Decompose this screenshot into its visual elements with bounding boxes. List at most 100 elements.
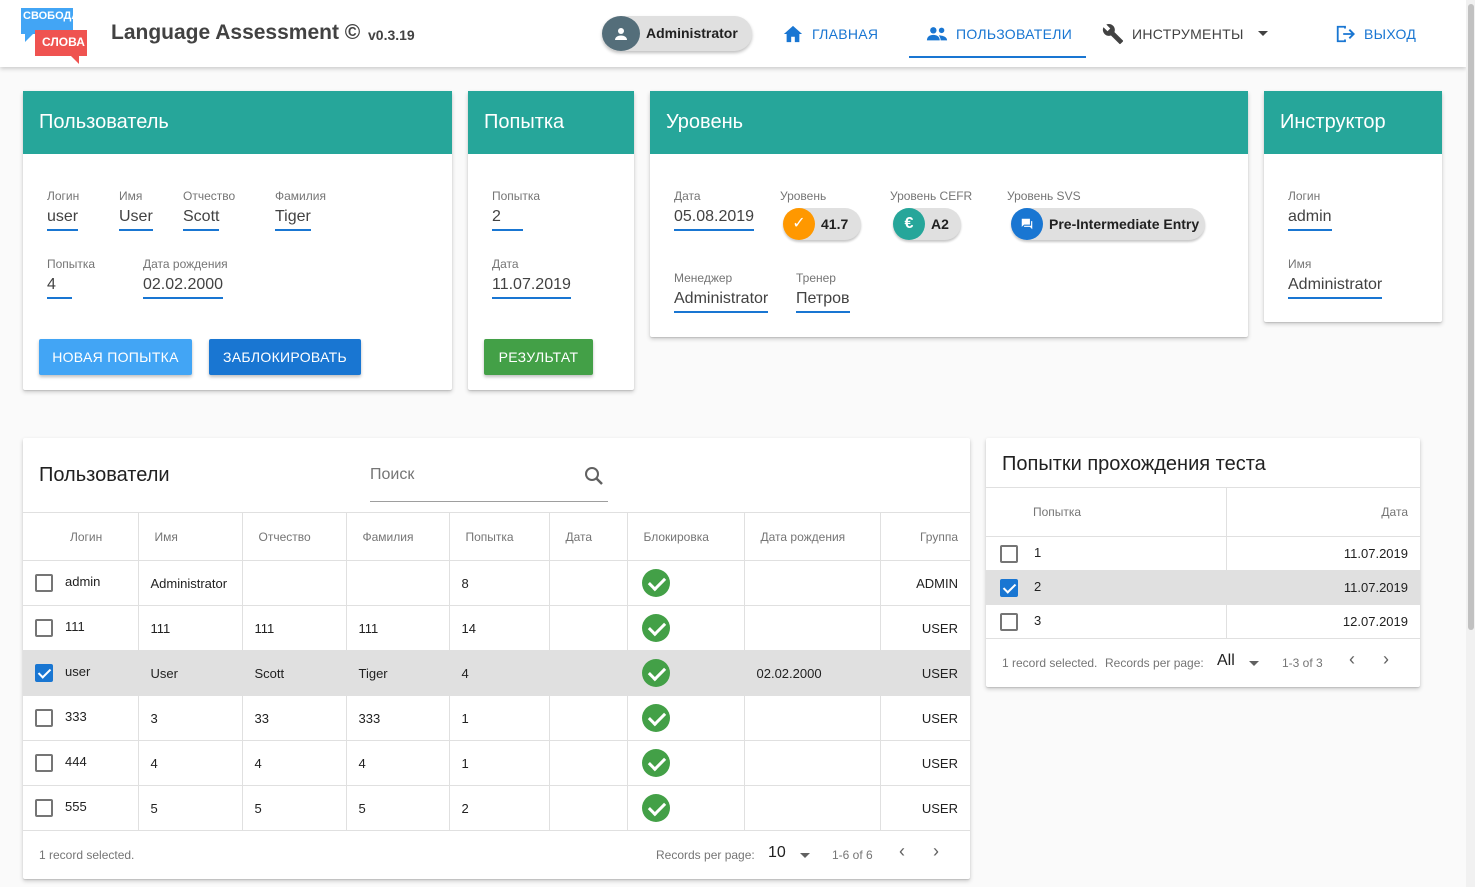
row-checkbox[interactable]	[1000, 578, 1018, 597]
row-checkbox[interactable]	[1000, 612, 1018, 631]
row-checkbox[interactable]	[35, 799, 53, 817]
check-circle-icon	[641, 794, 670, 822]
cell-group: USER	[880, 605, 970, 651]
table-row[interactable]: 555 5 5 5 2 USER	[23, 785, 970, 831]
table-row[interactable]: admin Administrator 8 ADMIN	[23, 560, 970, 606]
row-checkbox[interactable]	[35, 619, 53, 637]
cell-group: USER	[880, 785, 970, 831]
attempts-table-title: Попытки прохождения теста	[1002, 453, 1266, 475]
col-date[interactable]: Дата	[549, 512, 628, 561]
field-birth-value: 02.02.2000	[143, 276, 224, 299]
attempts-rpp-value: All	[1217, 652, 1235, 669]
col-surname[interactable]: Фамилия	[346, 512, 450, 561]
field-cefr-label: Уровень CEFR	[890, 189, 973, 203]
table-row[interactable]: 2 11.07.2019	[986, 570, 1420, 605]
row-checkbox[interactable]	[35, 754, 53, 772]
scrollbar-thumb[interactable]	[1468, 4, 1474, 630]
table-row[interactable]: 111 111 111 111 14 USER	[23, 605, 970, 651]
table-row[interactable]: 444 4 4 4 1 USER	[23, 740, 970, 786]
cell-login-text: admin	[65, 574, 101, 590]
col-login[interactable]: Логин	[23, 512, 139, 561]
row-checkbox[interactable]	[35, 574, 53, 592]
chevron-left-icon[interactable]: ‹	[1349, 649, 1355, 670]
field-name-value: User	[119, 208, 153, 231]
table-row[interactable]: 333 3 33 333 1 USER	[23, 695, 970, 741]
field-login-value: user	[47, 208, 79, 231]
field-surname-label: Фамилия	[275, 189, 326, 203]
nav-logout[interactable]: ВЫХОД	[1334, 0, 1416, 67]
check-circle-icon	[641, 704, 670, 732]
field-trainer-label: Тренер	[796, 271, 836, 285]
field-svs: Уровень SVS	[1007, 189, 1081, 208]
table-row[interactable]: user User Scott Tiger 4 02.02.2000 USER	[23, 650, 970, 696]
check-icon: ✓	[783, 208, 815, 240]
cell-surname: 111	[346, 605, 450, 651]
chevron-down-icon	[1249, 661, 1259, 666]
field-level: Уровень	[780, 189, 826, 208]
cell-attempt-number-text: 2	[1034, 578, 1042, 594]
user-chip[interactable]: Administrator	[602, 16, 752, 51]
col-attempt-number[interactable]: Попытка	[986, 487, 1227, 537]
nav-tools[interactable]: ИНСТРУМЕНТЫ	[1102, 0, 1268, 67]
col-blocked[interactable]: Блокировка	[627, 512, 745, 561]
col-group[interactable]: Группа	[880, 512, 970, 561]
attempts-selected-text: 1 record selected.	[1002, 656, 1098, 670]
cell-group: USER	[880, 650, 970, 696]
row-checkbox[interactable]	[35, 709, 53, 727]
field-level-label: Уровень	[780, 189, 827, 203]
chevron-right-icon[interactable]: ›	[1383, 649, 1389, 670]
block-button[interactable]: ЗАБЛОКИРОВАТЬ	[209, 339, 361, 375]
field-attempt-value: 4	[47, 276, 72, 299]
attempts-rpp-select[interactable]: All	[1217, 650, 1265, 674]
field-trainer: Тренер Петров	[796, 271, 850, 313]
col-attempt[interactable]: Попытка	[449, 512, 550, 561]
nav-home[interactable]: ГЛАВНАЯ	[782, 0, 878, 67]
cell-patronymic: 5	[242, 785, 347, 831]
users-table: Логин Имя Отчество Фамилия Попытка Дата …	[23, 512, 970, 831]
cell-attempt: 1	[449, 740, 550, 786]
chevron-left-icon[interactable]: ‹	[899, 841, 905, 862]
cell-name: 3	[138, 695, 243, 741]
cell-date	[549, 740, 628, 786]
cell-date	[549, 650, 628, 696]
cell-attempt-number: 2	[986, 570, 1227, 605]
search-input[interactable]: Поиск	[370, 460, 608, 502]
col-name[interactable]: Имя	[138, 512, 243, 561]
cell-attempt: 14	[449, 605, 550, 651]
new-attempt-button[interactable]: НОВАЯ ПОПЫТКА	[39, 339, 192, 375]
users-rpp-label: Records per page:	[656, 848, 755, 862]
page-scrollbar[interactable]	[1466, 0, 1475, 887]
cell-birth	[744, 605, 881, 651]
cefr-chip: € A2	[893, 208, 961, 240]
field-birth-label: Дата рождения	[143, 257, 228, 271]
cell-date	[549, 785, 628, 831]
nav-users[interactable]: ПОЛЬЗОВАТЕЛИ	[909, 0, 1086, 67]
table-row[interactable]: 1 11.07.2019	[986, 536, 1420, 571]
field-name: Имя User	[119, 189, 153, 231]
field-manager-value: Administrator	[674, 290, 769, 313]
cell-blocked	[627, 605, 745, 651]
col-patronymic[interactable]: Отчество	[242, 512, 347, 561]
row-checkbox[interactable]	[1000, 544, 1018, 563]
cell-blocked	[627, 785, 745, 831]
chevron-right-icon[interactable]: ›	[933, 841, 939, 862]
col-birth[interactable]: Дата рождения	[744, 512, 881, 561]
cell-attempt: 4	[449, 650, 550, 696]
cell-surname	[346, 560, 450, 606]
result-button[interactable]: РЕЗУЛЬТАТ	[484, 339, 593, 375]
field-trainer-value: Петров	[796, 290, 850, 313]
col-attempt-date[interactable]: Дата	[1226, 487, 1420, 537]
search-icon[interactable]	[582, 464, 606, 488]
check-circle-icon	[641, 659, 670, 687]
table-row[interactable]: 3 12.07.2019	[986, 604, 1420, 639]
cell-attempt-number-text: 1	[1034, 544, 1042, 560]
field-manager-label: Менеджер	[674, 271, 733, 285]
field-patronymic-label: Отчество	[183, 189, 236, 203]
cell-attempt: 8	[449, 560, 550, 606]
row-checkbox[interactable]	[35, 664, 53, 682]
users-rpp-select[interactable]: 10	[768, 842, 813, 866]
field-instructor-name-label: Имя	[1288, 257, 1312, 271]
cell-login-text: user	[65, 664, 91, 680]
home-icon	[783, 25, 803, 42]
instructor-card-title: Инструктор	[1264, 91, 1442, 154]
